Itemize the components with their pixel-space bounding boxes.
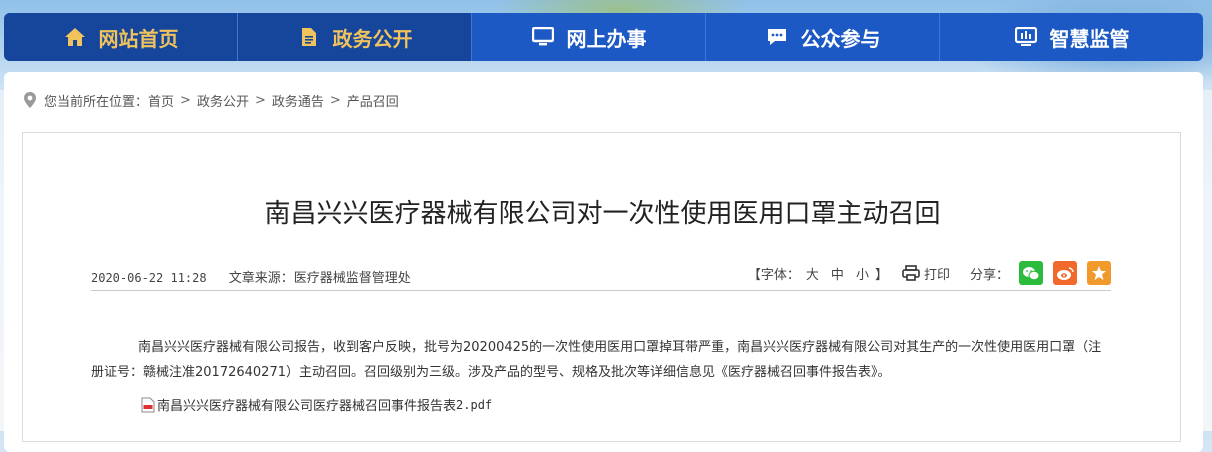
font-size-close: 】: [874, 267, 888, 283]
favorite-star-icon: [1092, 266, 1106, 280]
nav-online-services-label: 网上办事: [566, 26, 647, 51]
nav-home-label: 网站首页: [98, 26, 179, 51]
publish-date: 2020-06-22 11:28: [91, 271, 207, 285]
article-source: 文章来源：医疗器械监督管理处: [228, 271, 411, 286]
article-container: 南昌兴兴医疗器械有限公司对一次性使用医用口罩主动召回 2020-06-22 11…: [22, 132, 1181, 442]
wechat-icon: [1023, 266, 1040, 280]
print-label: 打印: [923, 267, 950, 283]
font-size-medium[interactable]: 中: [831, 264, 844, 283]
breadcrumb-product-recall[interactable]: 产品召回: [347, 91, 399, 110]
font-size-large[interactable]: 大: [806, 264, 819, 283]
document-icon: [297, 25, 321, 49]
home-icon: [63, 25, 87, 49]
breadcrumb-separator: >: [180, 92, 191, 108]
breadcrumb-notices[interactable]: 政务通告: [272, 91, 324, 110]
printer-icon: [902, 265, 920, 281]
article-meta: 2020-06-22 11:28 文章来源：医疗器械监督管理处 【字体： 大 中…: [91, 260, 1111, 291]
article-title: 南昌兴兴医疗器械有限公司对一次性使用医用口罩主动召回: [264, 199, 941, 229]
monitor-icon: [531, 25, 555, 49]
nav-home[interactable]: 网站首页: [4, 13, 238, 61]
nav-smart-supervision[interactable]: 智慧监管: [940, 13, 1203, 61]
breadcrumb-separator: >: [254, 92, 266, 108]
article-body: 南昌兴兴医疗器械有限公司报告，收到客户反映，批号为20200425的一次性使用医…: [91, 340, 1102, 380]
font-size-small[interactable]: 小: [856, 264, 869, 283]
attachment-link[interactable]: 南昌兴兴医疗器械有限公司医疗器械召回事件报告表 2.pdf: [141, 395, 492, 414]
breadcrumb-separator: >: [329, 92, 341, 108]
nav-public-participation-label: 公众参与: [800, 26, 881, 51]
share-weibo-button[interactable]: [1053, 261, 1077, 285]
article-meta-left: 2020-06-22 11:28 文章来源：医疗器械监督管理处: [91, 267, 411, 286]
dashboard-icon: [1014, 25, 1038, 49]
share-wechat-button[interactable]: [1019, 261, 1043, 285]
print-button[interactable]: 打印: [902, 264, 950, 283]
main-nav: 网站首页 政务公开 网上办事 公众参与 智慧监管: [4, 13, 1203, 61]
share-favorite-button[interactable]: [1087, 261, 1111, 285]
breadcrumb-home[interactable]: 首页: [148, 91, 174, 110]
breadcrumb: 您当前所在位置： 首页 > 政务公开 > 政务通告 > 产品召回: [22, 90, 399, 110]
nav-government-affairs[interactable]: 政务公开: [238, 13, 472, 61]
attachment-suffix: 2.pdf: [456, 397, 493, 412]
nav-online-services[interactable]: 网上办事: [472, 13, 706, 61]
chat-icon: [765, 25, 789, 49]
breadcrumb-prefix: 您当前所在位置：: [44, 94, 149, 110]
article-tools: 【字体： 大 中 小 】 打印 分享：: [748, 260, 1111, 286]
weibo-icon: [1057, 266, 1074, 280]
nav-smart-supervision-label: 智慧监管: [1049, 26, 1130, 51]
share-label: 分享：: [969, 267, 1009, 283]
nav-public-participation[interactable]: 公众参与: [706, 13, 940, 61]
breadcrumb-government-affairs[interactable]: 政务公开: [197, 91, 249, 110]
location-pin-icon: [24, 92, 36, 108]
attachment-name: 南昌兴兴医疗器械有限公司医疗器械召回事件报告表: [157, 399, 457, 414]
pdf-icon: [141, 397, 155, 412]
font-size-label: 【字体：: [747, 267, 800, 283]
nav-government-affairs-label: 政务公开: [332, 26, 413, 51]
